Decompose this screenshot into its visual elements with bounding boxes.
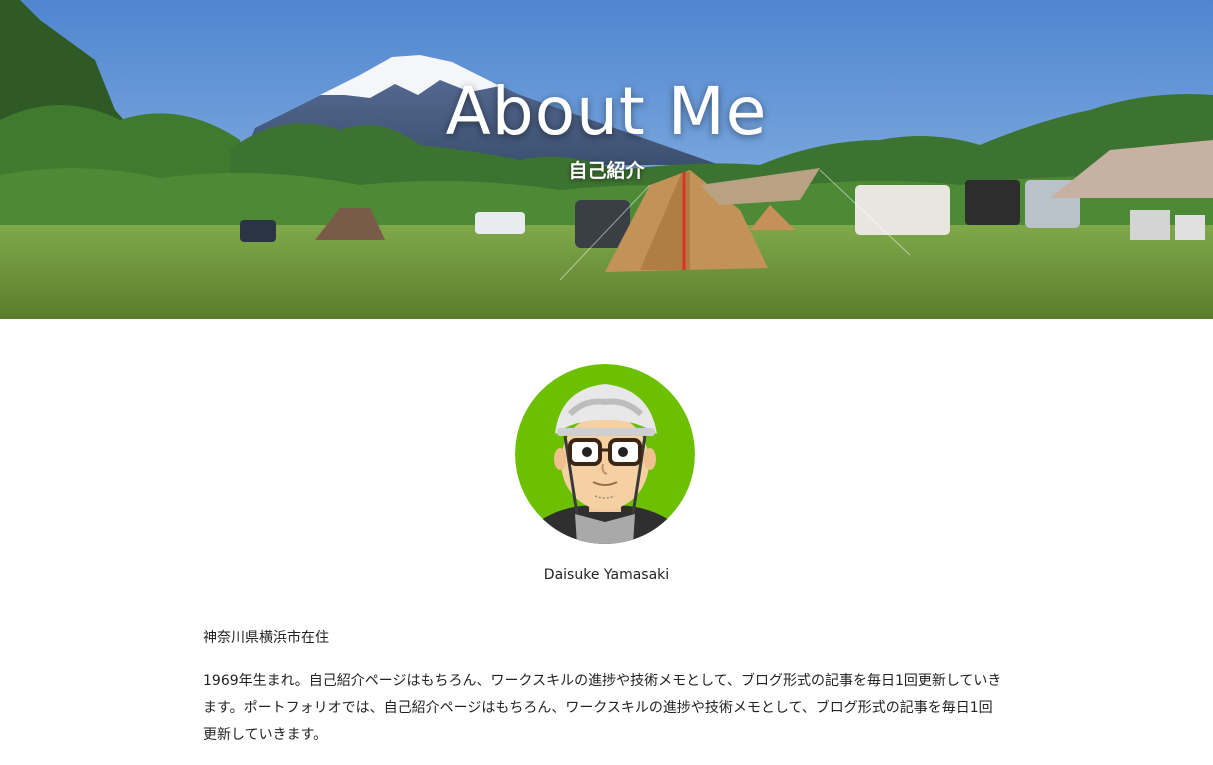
profile-name: Daisuke Yamasaki — [543, 567, 670, 583]
hero-header: About Me 自己紹介 — [0, 0, 1213, 319]
about-content: 神奈川県横浜市在住 1969年生まれ。自己紹介ページはもちろん、ワークスキルの進… — [203, 625, 1003, 765]
cyclist-avatar-icon — [515, 364, 695, 544]
avatar — [515, 364, 695, 544]
page-subtitle: 自己紹介 — [568, 160, 645, 182]
page-title: About Me — [445, 73, 768, 150]
location-text: 神奈川県横浜市在住 — [203, 630, 329, 646]
bio-text: 1969年生まれ。自己紹介ページはもちろん、ワークスキルの進捗や技術メモとして、… — [203, 673, 1002, 743]
